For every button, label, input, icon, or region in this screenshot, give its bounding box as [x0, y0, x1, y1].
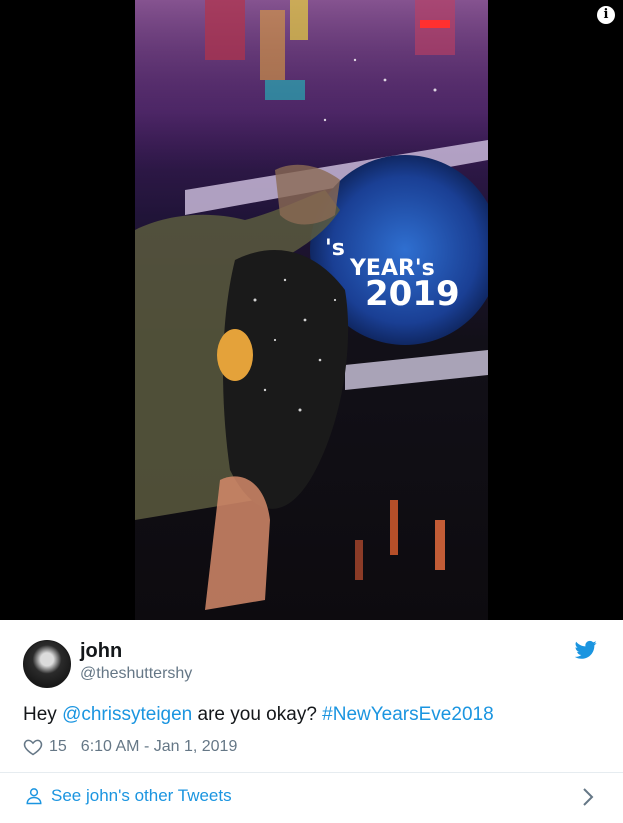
person-icon	[26, 788, 42, 805]
info-icon[interactable]: i	[597, 6, 615, 24]
author-name[interactable]: john	[80, 640, 122, 663]
see-more-link[interactable]: See john's other Tweets	[25, 786, 232, 806]
tweet-text-middle: are you okay?	[192, 704, 323, 725]
heart-icon[interactable]	[23, 737, 43, 757]
chevron-right-icon[interactable]	[581, 786, 595, 808]
tweet-media[interactable]: 's YEAR's 2019 i	[0, 0, 623, 620]
see-more-label: See john's other Tweets	[51, 786, 232, 805]
tweet-timestamp[interactable]: 6:10 AM - Jan 1, 2019	[81, 738, 238, 756]
tweet-meta: 15 6:10 AM - Jan 1, 2019	[23, 737, 237, 757]
video-frame: 's YEAR's 2019	[135, 0, 488, 610]
author-handle[interactable]: @theshuttershy	[80, 665, 192, 683]
like-count[interactable]: 15	[49, 738, 67, 756]
sign-year: 2019	[365, 274, 460, 314]
divider	[0, 772, 623, 773]
sign-text-1: 's	[325, 236, 345, 261]
mention-link[interactable]: @chrissyteigen	[62, 704, 192, 725]
avatar[interactable]	[23, 640, 71, 688]
tweet-text: Hey @chrissyteigen are you okay? #NewYea…	[23, 704, 494, 726]
tweet-card: john @theshuttershy Hey @chrissyteigen a…	[0, 620, 623, 823]
twitter-bird-icon[interactable]	[575, 640, 597, 660]
video-player[interactable]: 's YEAR's 2019	[135, 0, 488, 620]
tweet-text-prefix: Hey	[23, 704, 63, 725]
hashtag-link[interactable]: #NewYearsEve2018	[322, 704, 493, 725]
